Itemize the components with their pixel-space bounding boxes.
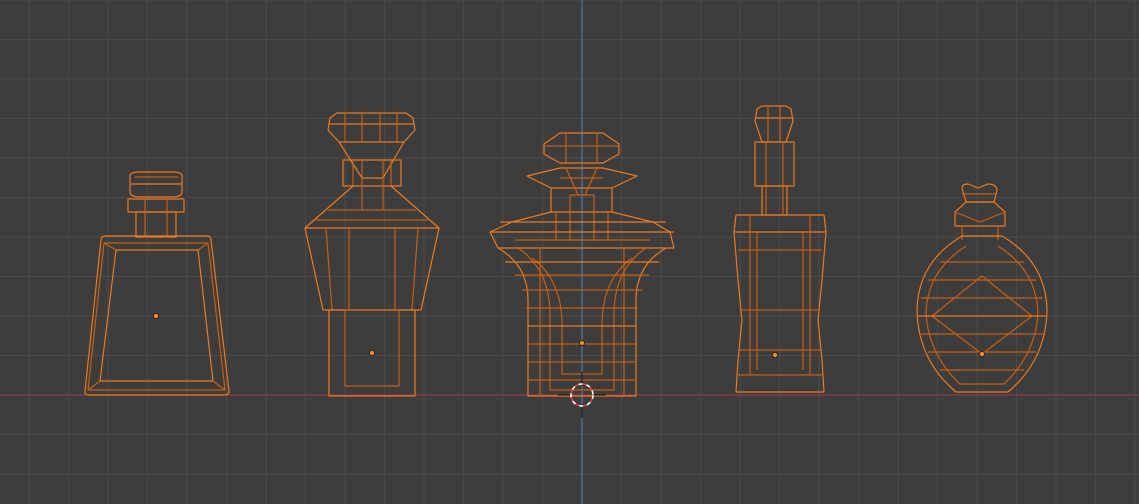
bottle-2-origin <box>368 349 375 356</box>
bottle-5-object[interactable] <box>916 183 1048 393</box>
bottle-1-origin <box>152 312 159 319</box>
floor-grid <box>0 0 1139 504</box>
3d-viewport[interactable] <box>0 0 1139 504</box>
bottle-1-object[interactable] <box>84 171 230 396</box>
bottle-4-origin <box>772 351 779 358</box>
viewport-canvas[interactable] <box>0 0 1139 504</box>
bottle-3-origin <box>579 339 586 346</box>
bottle-5-origin <box>979 350 986 357</box>
